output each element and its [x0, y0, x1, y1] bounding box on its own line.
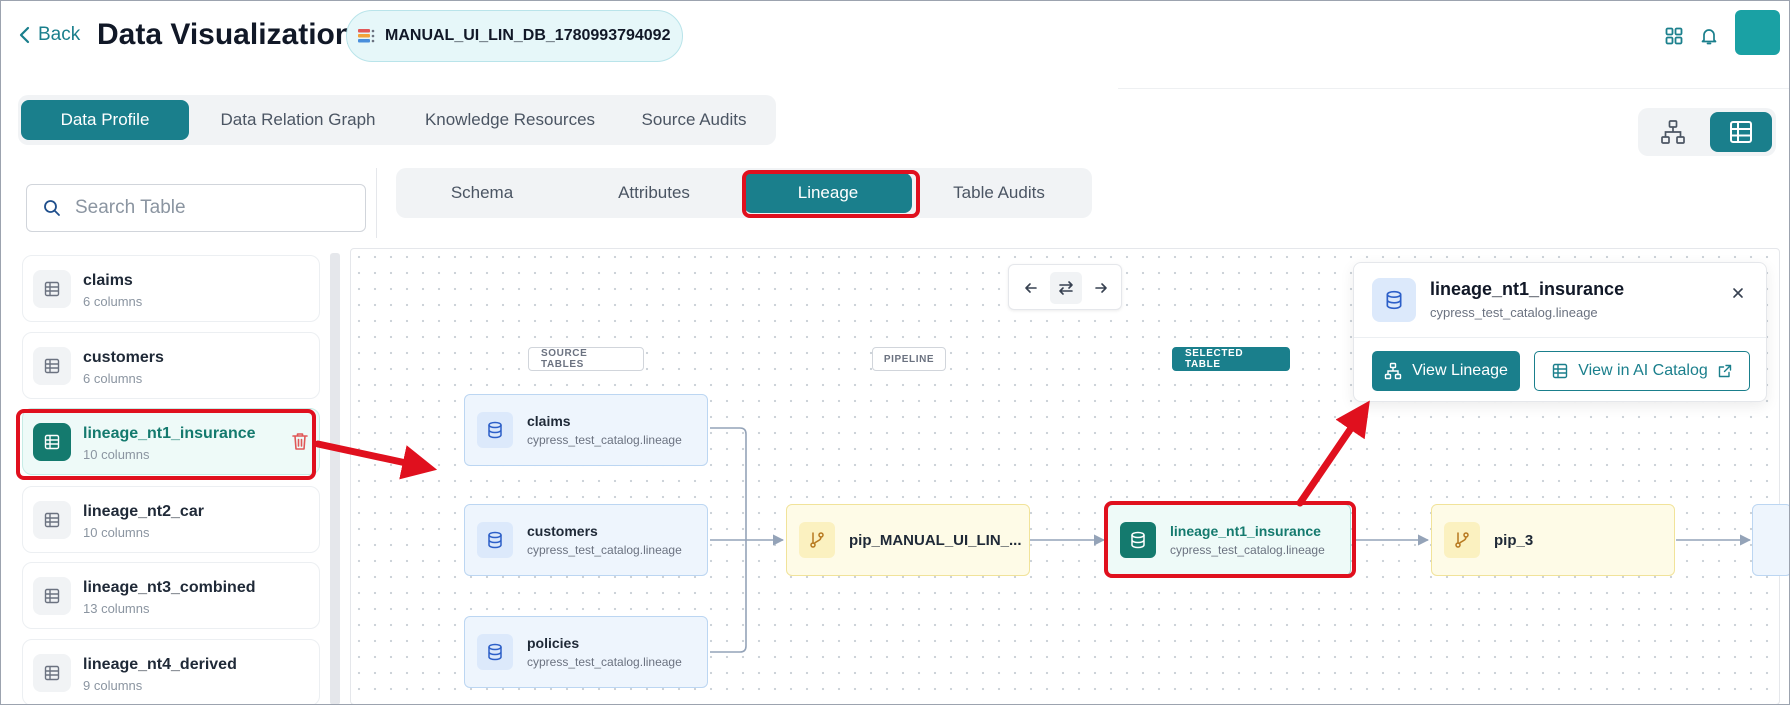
- git-branch-icon: [1444, 522, 1480, 558]
- downstream-pipeline-node[interactable]: pip_3: [1431, 504, 1675, 576]
- database-icon: [1120, 522, 1156, 558]
- git-branch-icon: [799, 522, 835, 558]
- view-lineage-label: View Lineage: [1412, 362, 1508, 379]
- node-name: claims: [527, 413, 571, 429]
- hierarchy-icon: [1384, 362, 1402, 380]
- downstream-table-node[interactable]: [1752, 504, 1790, 576]
- column-label-source: SOURCE TABLES: [528, 347, 644, 371]
- view-lineage-button[interactable]: View Lineage: [1372, 351, 1520, 391]
- external-link-icon: [1718, 364, 1731, 378]
- node-catalog: cypress_test_catalog.lineage: [1170, 543, 1325, 557]
- table-icon: [1553, 363, 1568, 379]
- column-label-selected: SELECTED TABLE: [1172, 347, 1290, 371]
- node-name: pip_MANUAL_UI_LIN_...: [849, 531, 1022, 549]
- source-node-policies[interactable]: policies cypress_test_catalog.lineage: [464, 616, 708, 688]
- node-name: pip_3: [1494, 531, 1534, 549]
- database-icon: [477, 412, 513, 448]
- source-node-customers[interactable]: customers cypress_test_catalog.lineage: [464, 504, 708, 576]
- source-node-claims[interactable]: claims cypress_test_catalog.lineage: [464, 394, 708, 466]
- node-name: customers: [527, 523, 598, 539]
- arrow-left-icon[interactable]: [1015, 272, 1047, 304]
- node-name: lineage_nt1_insurance: [1170, 523, 1321, 539]
- node-name: policies: [527, 635, 580, 651]
- table-details-popup: lineage_nt1_insurance cypress_test_catal…: [1353, 262, 1767, 402]
- selected-table-node[interactable]: lineage_nt1_insurance cypress_test_catalo…: [1107, 504, 1351, 576]
- database-icon: [477, 522, 513, 558]
- edge-policies-pipeline: [710, 540, 747, 653]
- view-in-ai-catalog-button[interactable]: View in AI Catalog: [1534, 351, 1750, 391]
- popup-catalog: cypress_test_catalog.lineage: [1430, 305, 1598, 320]
- lineage-nav-controls: [1008, 264, 1122, 310]
- swap-icon[interactable]: [1050, 272, 1082, 304]
- database-icon: [1372, 278, 1416, 322]
- database-icon: [477, 634, 513, 670]
- edge-claims-pipeline: [710, 427, 747, 540]
- popup-divider: [1354, 337, 1766, 338]
- close-icon[interactable]: [1726, 281, 1750, 305]
- pipeline-node[interactable]: pip_MANUAL_UI_LIN_...: [786, 504, 1030, 576]
- node-catalog: cypress_test_catalog.lineage: [527, 433, 682, 447]
- view-in-ai-catalog-label: View in AI Catalog: [1578, 362, 1708, 379]
- node-catalog: cypress_test_catalog.lineage: [527, 655, 682, 669]
- column-label-pipeline: PIPELINE: [872, 347, 946, 371]
- arrow-right-icon[interactable]: [1085, 272, 1117, 304]
- node-catalog: cypress_test_catalog.lineage: [527, 543, 682, 557]
- popup-title: lineage_nt1_insurance: [1430, 279, 1625, 299]
